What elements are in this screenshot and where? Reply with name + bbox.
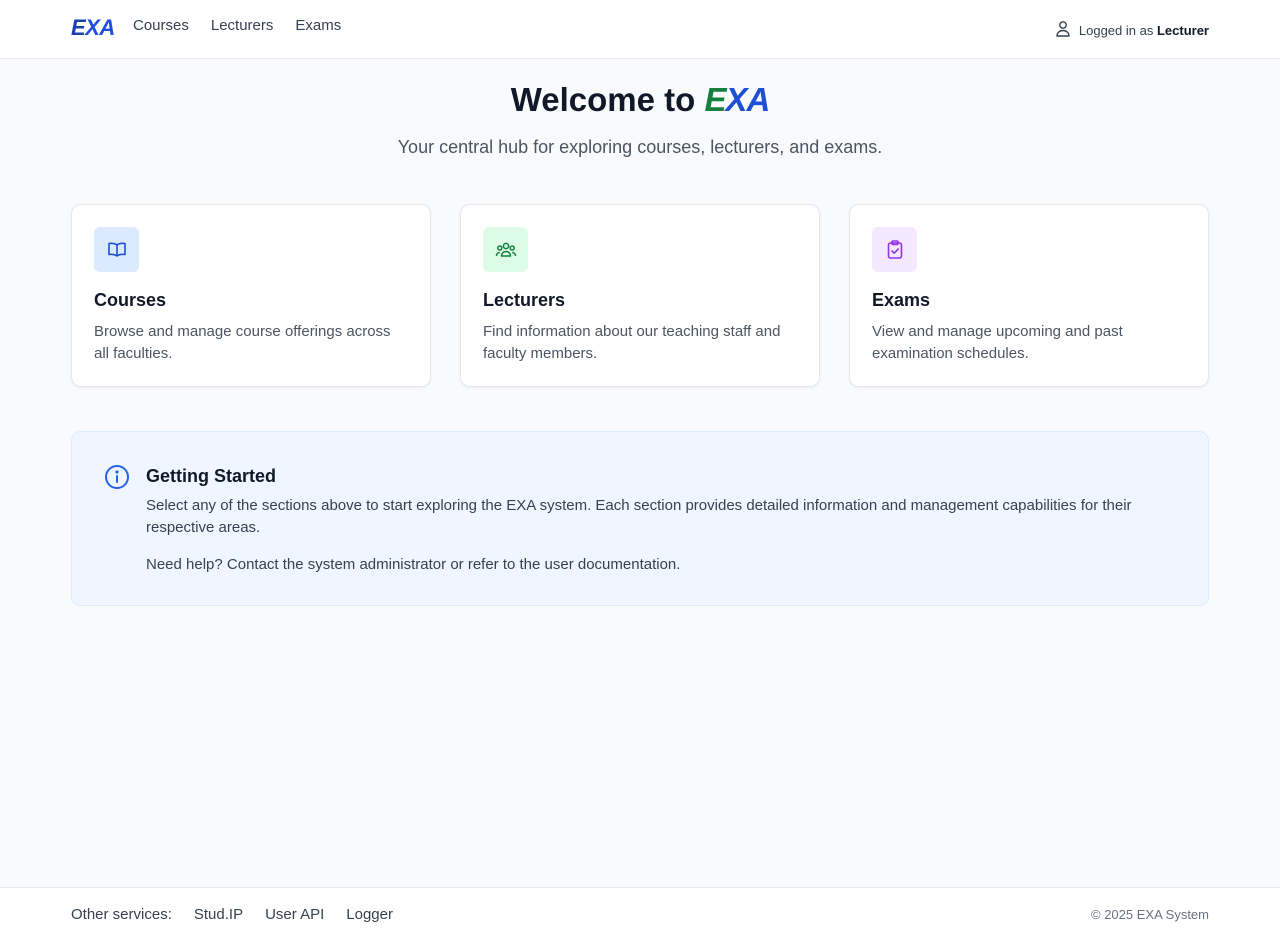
card-title: Exams: [872, 290, 931, 310]
logo-letters-xa: XA: [85, 15, 115, 40]
studip-link[interactable]: Stud.IP: [194, 906, 243, 924]
info-title: Getting Started: [146, 466, 277, 486]
user-api-link[interactable]: User API: [265, 906, 324, 924]
users-icon: [483, 227, 528, 272]
page-title: Welcome to EXA: [0, 80, 1280, 120]
card-description: Browse and manage course offerings acros…: [94, 323, 391, 362]
card-title: Lecturers: [483, 290, 566, 310]
card-description: View and manage upcoming and past examin…: [872, 323, 1123, 362]
top-navbar: EXA Courses Lecturers Exams Logged in as…: [0, 0, 1280, 59]
footer-label: Other services:: [71, 906, 172, 923]
user-prefix: Logged in as: [1078, 22, 1154, 38]
info-icon: [104, 464, 130, 495]
page-subtitle: Your central hub for exploring courses, …: [397, 137, 883, 157]
nav-courses-link[interactable]: Courses: [133, 17, 189, 35]
nav-lecturers-link[interactable]: Lecturers: [211, 17, 274, 35]
card-title: Courses: [94, 290, 167, 310]
copyright-text: © 2025 EXA System: [1091, 907, 1209, 922]
card-description: Find information about our teaching staf…: [483, 323, 781, 362]
title-brand: EXA: [704, 81, 770, 118]
help-text: Need help? Contact the system administra…: [146, 556, 681, 573]
book-icon: [94, 227, 139, 272]
title-prefix: Welcome to: [510, 81, 696, 118]
clipboard-check-icon: [872, 227, 917, 272]
logger-link[interactable]: Logger: [346, 906, 393, 924]
exa-logo[interactable]: EXA: [71, 15, 115, 41]
exams-card[interactable]: Exams View and manage upcoming and past …: [849, 204, 1209, 387]
main-nav: Courses Lecturers Exams: [133, 17, 341, 35]
lecturers-card[interactable]: Lecturers Find information about our tea…: [460, 204, 820, 387]
user-status[interactable]: Logged in as Lecturer: [1055, 20, 1209, 40]
footer: Other services: Stud.IP User API Logger …: [0, 887, 1280, 937]
nav-exams-link[interactable]: Exams: [295, 17, 341, 35]
courses-card[interactable]: Courses Browse and manage course offerin…: [71, 204, 431, 387]
info-text: Select any of the sections above to star…: [146, 497, 1132, 536]
user-icon: [1055, 20, 1071, 40]
footer-links: Other services: Stud.IP User API Logger: [71, 906, 393, 924]
user-role: Lecturer: [1156, 22, 1209, 38]
logo-letter-e: E: [71, 15, 86, 40]
getting-started-panel: Getting Started Select any of the sectio…: [71, 431, 1209, 606]
